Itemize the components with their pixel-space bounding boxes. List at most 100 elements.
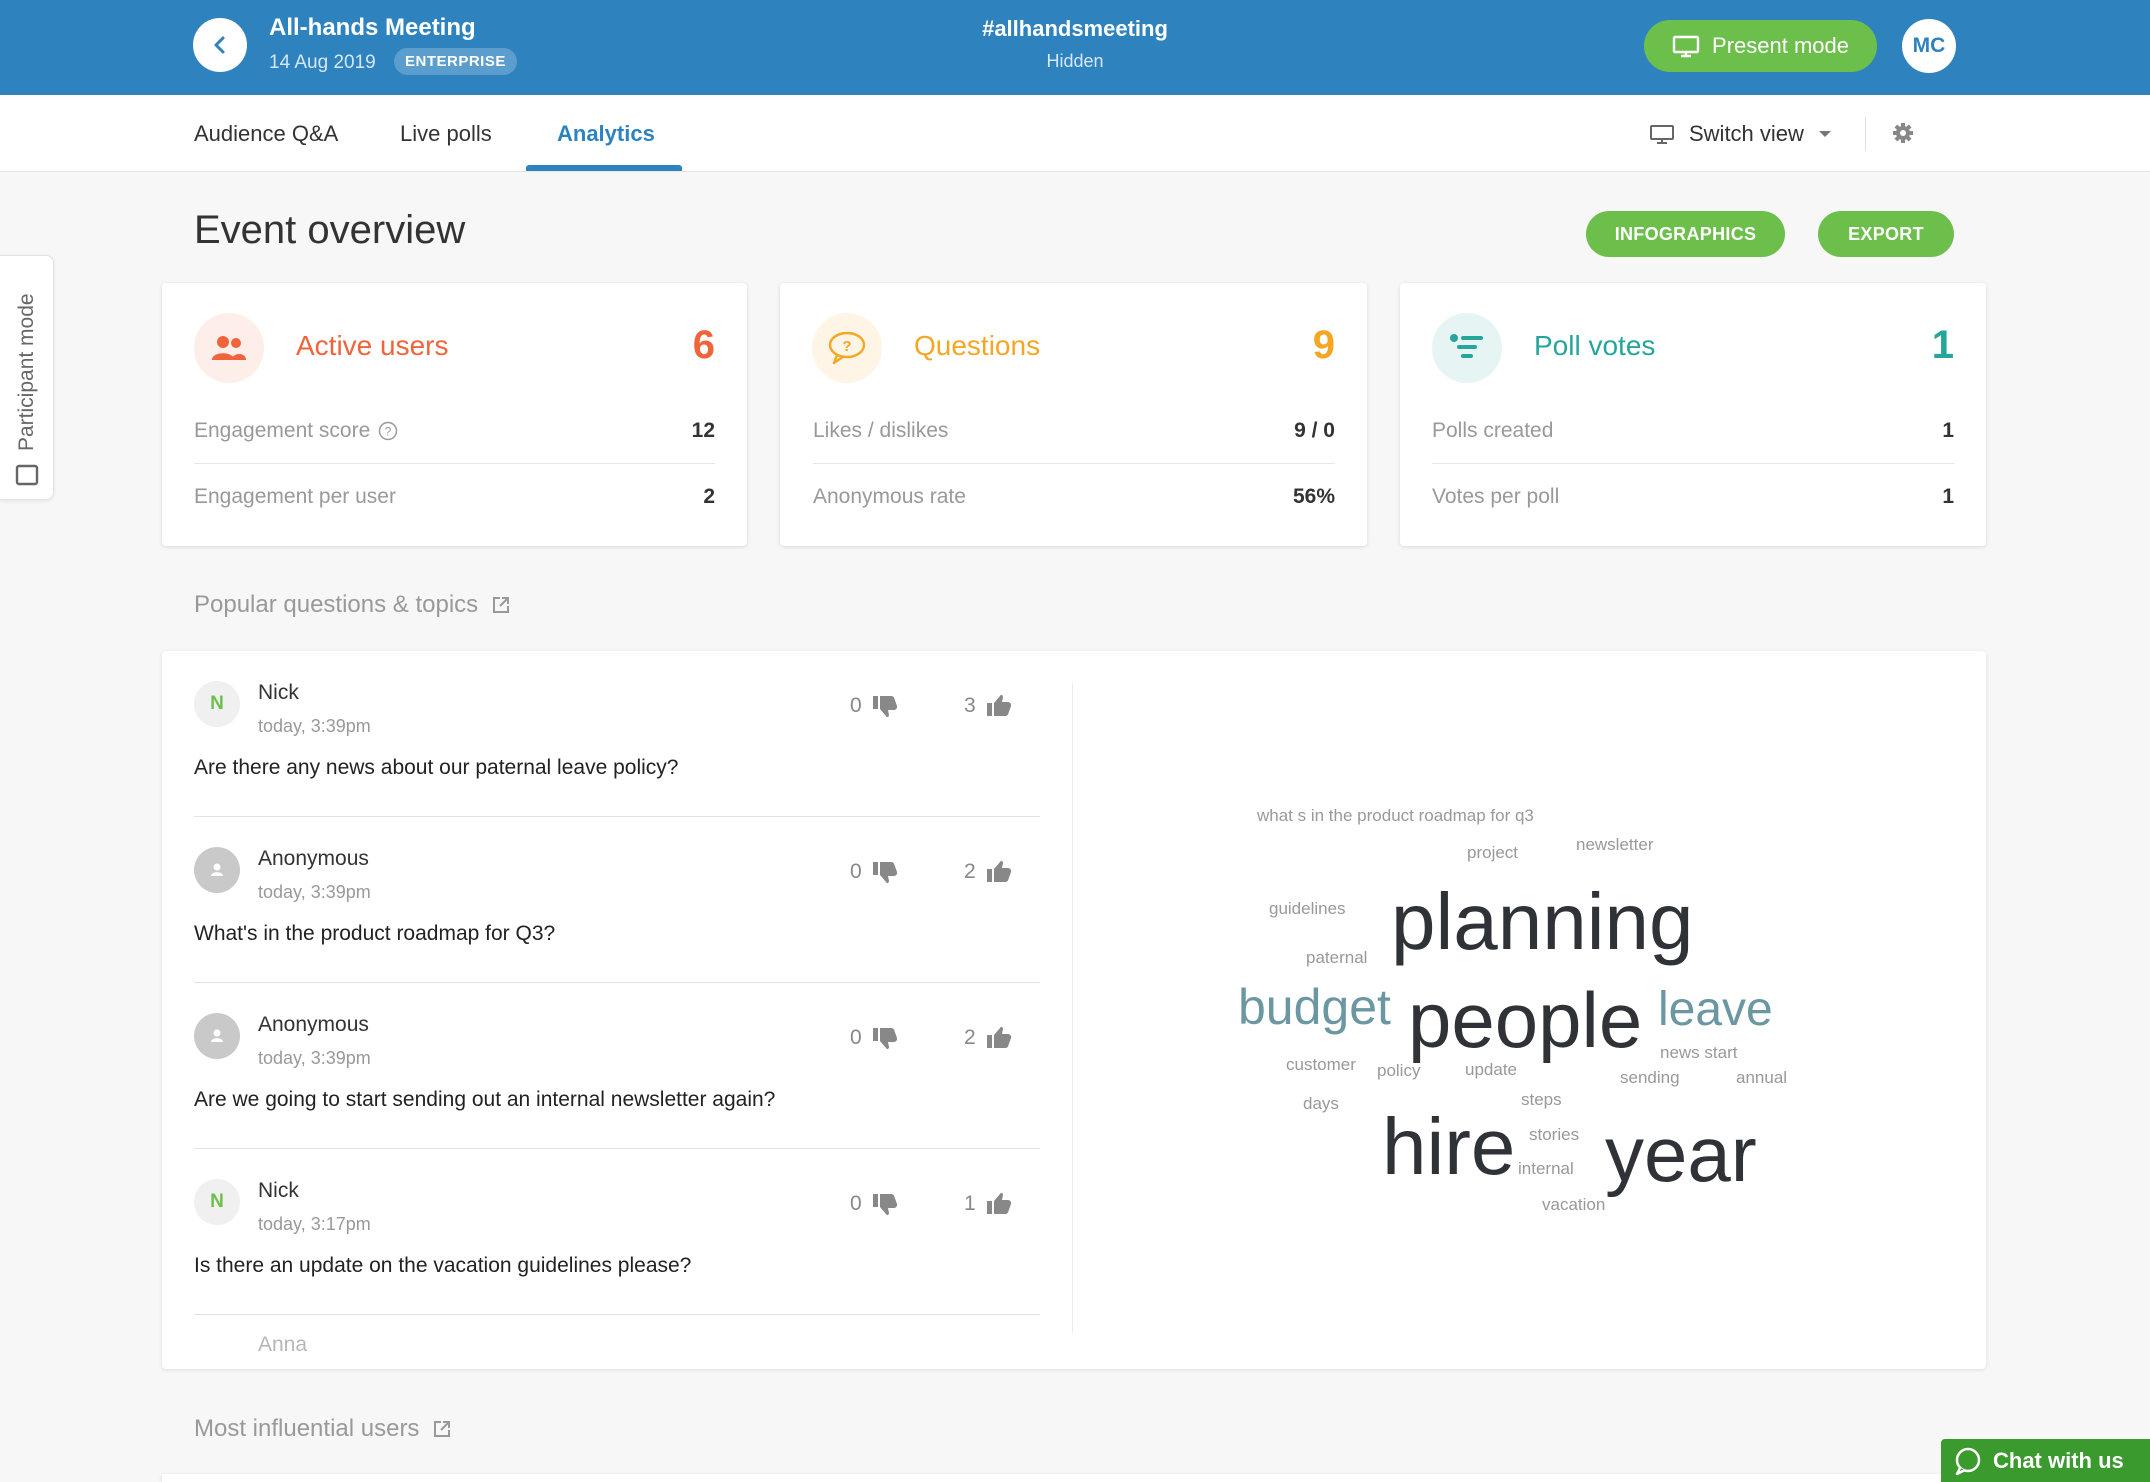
thumbs-up-icon <box>986 1026 1011 1048</box>
word-cloud-term[interactable]: customer <box>1286 1056 1356 1073</box>
dislike-count: 0 <box>850 860 862 883</box>
word-cloud-term[interactable]: sending <box>1620 1069 1680 1086</box>
settings-button[interactable] <box>1890 120 1916 146</box>
popular-questions-heading: Popular questions & topics <box>194 591 510 619</box>
anonymous-rate-row: Anonymous rate 56% <box>813 464 1335 530</box>
word-cloud-term[interactable]: internal <box>1518 1160 1574 1177</box>
thumbs-up-icon <box>986 1192 1011 1214</box>
question-text: What's in the product roadmap for Q3? <box>194 922 556 945</box>
word-cloud-term[interactable]: leave <box>1658 986 1773 1034</box>
question-item[interactable]: N Nick today, 3:39pm Are there any news … <box>194 651 1040 817</box>
svg-text:?: ? <box>385 424 392 438</box>
question-time: today, 3:39pm <box>258 882 371 902</box>
monitor-icon <box>1672 35 1700 58</box>
row-value: 56% <box>1292 485 1335 508</box>
word-cloud-term[interactable]: update <box>1465 1061 1517 1078</box>
divider <box>1072 683 1073 1333</box>
word-cloud-term[interactable]: planning <box>1391 882 1694 962</box>
card-value: 6 <box>692 323 715 367</box>
dislike-button[interactable]: 0 <box>850 1026 898 1050</box>
word-cloud-term[interactable]: hire <box>1382 1107 1515 1187</box>
like-count: 1 <box>964 1192 976 1215</box>
word-cloud-term[interactable]: guidelines <box>1269 900 1346 917</box>
thumbs-down-icon <box>872 1028 897 1050</box>
row-value: 1 <box>1942 418 1954 442</box>
polls-created-row: Polls created 1 <box>1432 398 1954 464</box>
word-cloud-term[interactable]: news start <box>1660 1044 1737 1061</box>
word-cloud-term[interactable]: policy <box>1377 1062 1420 1079</box>
votes-per-poll-row: Votes per poll 1 <box>1432 464 1954 530</box>
like-button[interactable]: 3 <box>964 694 1012 718</box>
user-icon <box>211 863 223 876</box>
dislike-button[interactable]: 0 <box>850 860 898 884</box>
page-title: Event overview <box>194 208 466 252</box>
tab-live-polls[interactable]: Live polls <box>400 95 492 172</box>
word-cloud-term[interactable]: year <box>1605 1115 1757 1193</box>
word-cloud-term[interactable]: stories <box>1529 1126 1579 1143</box>
thumbs-up-icon <box>986 860 1011 882</box>
user-icon <box>211 1029 223 1042</box>
anonymous-avatar <box>194 847 240 893</box>
dislike-button[interactable]: 0 <box>850 1192 898 1216</box>
divider <box>1865 117 1866 151</box>
row-value: 12 <box>691 418 715 442</box>
question-time: today, 3:39pm <box>258 1048 371 1068</box>
word-cloud-term[interactable]: paternal <box>1306 949 1367 966</box>
question-text: Are there any news about our paternal le… <box>194 756 679 779</box>
dislike-button[interactable]: 0 <box>850 694 898 718</box>
question-author: Nick <box>258 681 299 704</box>
word-cloud-term[interactable]: budget <box>1238 982 1391 1032</box>
switch-view-dropdown[interactable]: Switch view <box>1649 95 1832 172</box>
row-value: 2 <box>703 485 715 508</box>
word-cloud-term[interactable]: annual <box>1736 1069 1787 1086</box>
question-item[interactable]: Anonymous today, 3:39pm Are we going to … <box>194 983 1040 1149</box>
word-cloud-term[interactable]: what s in the product roadmap for q3 <box>1257 807 1534 824</box>
row-label: Engagement per user <box>194 485 396 508</box>
tab-audience-qa[interactable]: Audience Q&A <box>194 95 338 172</box>
thumbs-up-icon <box>986 694 1011 716</box>
participant-mode-label-wrap: Participant mode <box>0 256 54 501</box>
participant-mode-tab[interactable]: Participant mode <box>0 255 54 500</box>
card-title: Active users <box>296 330 449 361</box>
question-time: today, 3:39pm <box>258 716 371 736</box>
poll-icon <box>1432 313 1502 383</box>
word-cloud-term[interactable]: newsletter <box>1576 836 1653 853</box>
row-label: Likes / dislikes <box>813 418 949 442</box>
infographics-button[interactable]: INFOGRAPHICS <box>1586 211 1785 257</box>
influential-users-panel <box>162 1474 1986 1482</box>
like-button[interactable]: 2 <box>964 1026 1012 1050</box>
row-label: Polls created <box>1432 418 1554 442</box>
word-cloud-term[interactable]: steps <box>1521 1091 1562 1108</box>
thumbs-down-icon <box>872 696 897 718</box>
export-button[interactable]: EXPORT <box>1818 211 1954 257</box>
dislike-count: 0 <box>850 1026 862 1049</box>
question-item[interactable]: Anonymous today, 3:39pm What's in the pr… <box>194 817 1040 983</box>
like-button[interactable]: 2 <box>964 860 1012 884</box>
popular-questions-title: Popular questions & topics <box>194 591 479 618</box>
question-item[interactable]: N Nick today, 3:17pm Is there an update … <box>194 1149 1040 1315</box>
gear-icon <box>1893 123 1913 143</box>
chat-widget-button[interactable]: Chat with us <box>1941 1439 2150 1482</box>
question-time: today, 3:17pm <box>258 1214 371 1234</box>
word-cloud-term[interactable]: people <box>1408 981 1642 1059</box>
engagement-score-row: Engagement score ? 12 <box>194 398 715 464</box>
users-icon <box>194 313 264 383</box>
user-avatar[interactable]: MC <box>1902 19 1956 73</box>
influential-users-heading: Most influential users <box>194 1415 451 1443</box>
row-value: 1 <box>1942 485 1954 508</box>
tab-analytics[interactable]: Analytics <box>557 95 655 172</box>
present-mode-button[interactable]: Present mode <box>1644 20 1877 72</box>
influential-users-title: Most influential users <box>194 1415 420 1442</box>
word-cloud-term[interactable]: project <box>1467 844 1518 861</box>
external-link-icon[interactable] <box>433 1420 451 1438</box>
question-item[interactable]: Anna <box>194 1315 1040 1369</box>
question-bubble-icon: ? <box>812 313 882 383</box>
external-link-icon[interactable] <box>492 596 510 614</box>
question-author: Nick <box>258 1179 299 1202</box>
help-icon[interactable]: ? <box>378 421 398 441</box>
like-button[interactable]: 1 <box>964 1192 1012 1216</box>
popular-questions-panel: N Nick today, 3:39pm Are there any news … <box>162 651 1986 1369</box>
word-cloud-term[interactable]: days <box>1303 1095 1339 1112</box>
word-cloud-term[interactable]: vacation <box>1542 1196 1605 1213</box>
chat-label: Chat with us <box>1993 1447 2124 1473</box>
